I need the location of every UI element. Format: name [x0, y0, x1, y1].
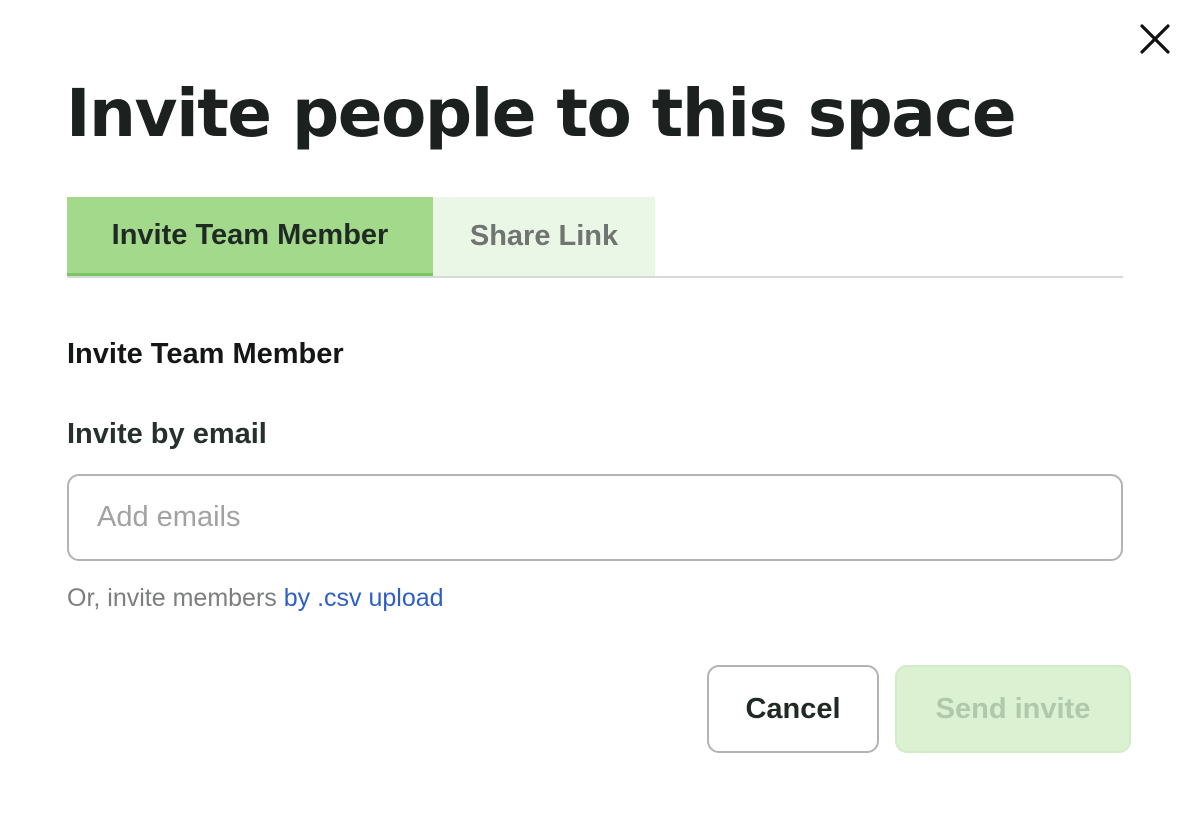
csv-helper-text: Or, invite members by .csv upload: [67, 580, 444, 616]
csv-upload-link[interactable]: by .csv upload: [284, 584, 444, 612]
section-heading: Invite Team Member: [67, 338, 344, 370]
email-label: Invite by email: [67, 418, 267, 450]
send-invite-button[interactable]: Send invite: [895, 665, 1131, 753]
dialog-title: Invite people to this space: [66, 75, 1017, 152]
tab-bar: Invite Team Member Share Link: [67, 197, 1123, 278]
helper-prefix: Or, invite members: [67, 584, 284, 612]
close-icon: [1140, 24, 1170, 54]
email-input[interactable]: [67, 474, 1123, 561]
tab-share-link[interactable]: Share Link: [433, 197, 655, 276]
cancel-button[interactable]: Cancel: [707, 665, 879, 753]
invite-dialog: Invite people to this space Invite Team …: [0, 0, 1186, 814]
tab-invite-team-member[interactable]: Invite Team Member: [67, 197, 433, 276]
close-button[interactable]: [1134, 18, 1176, 60]
